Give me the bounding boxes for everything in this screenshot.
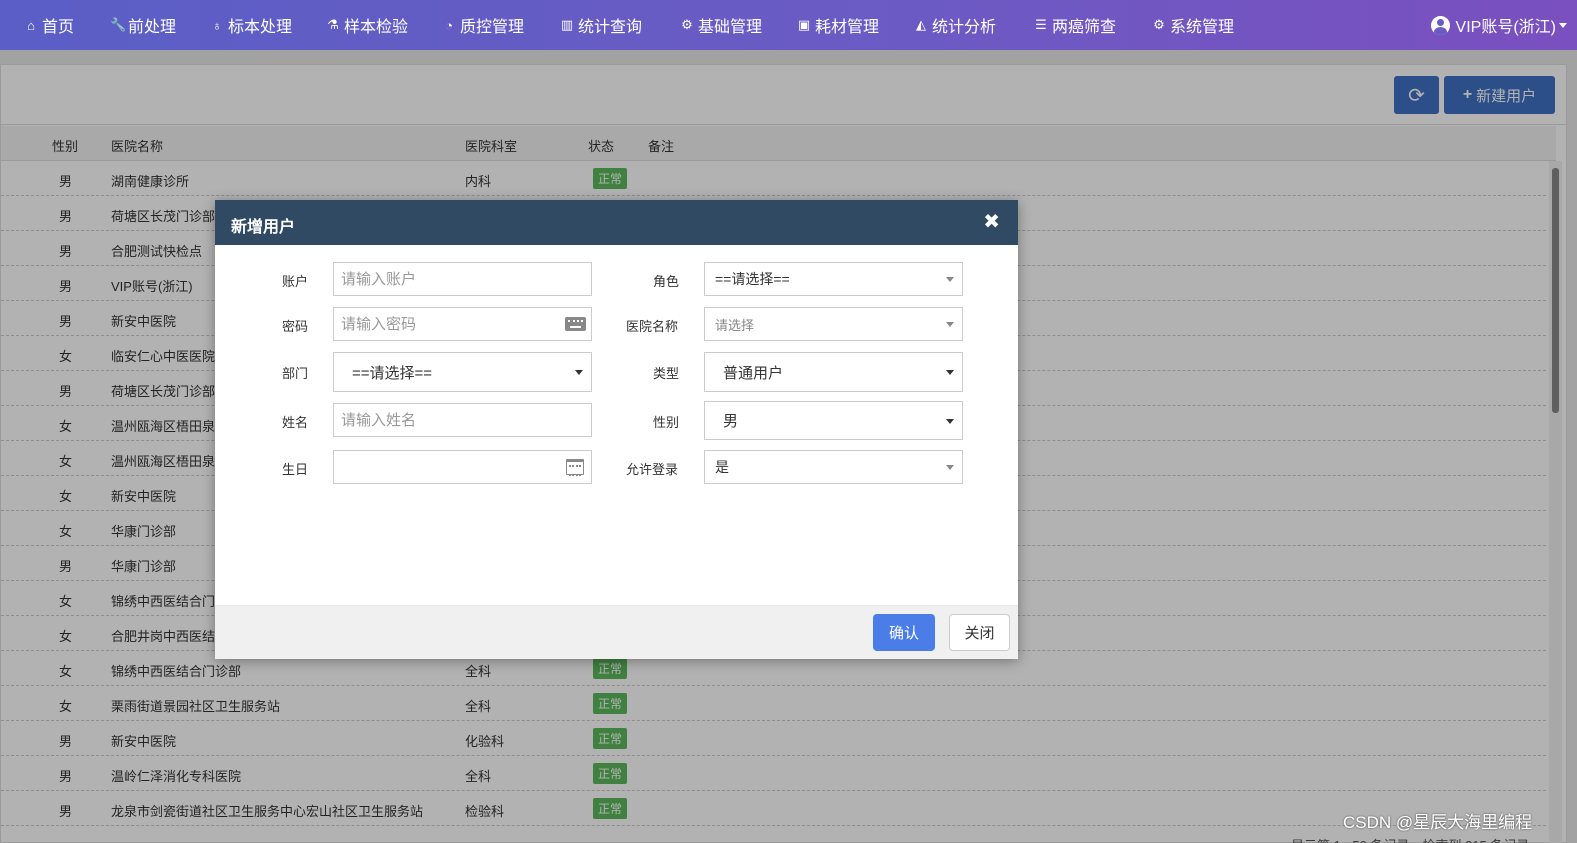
area-chart-icon: ◭ xyxy=(916,17,926,32)
user-name: VIP账号(浙江) xyxy=(1455,19,1556,36)
dialog-header: 新增用户 ✖ xyxy=(215,200,1018,245)
birthday-input[interactable] xyxy=(334,451,591,483)
allow-login-value: 是 xyxy=(715,459,729,475)
nav-item-9[interactable]: ☰ 两癌筛查 xyxy=(1034,0,1116,50)
hospital-label: 医院名称 xyxy=(626,319,679,334)
caret-down-icon xyxy=(946,277,954,282)
role-select[interactable]: ==请选择== xyxy=(704,262,963,296)
account-input[interactable] xyxy=(334,263,591,295)
close-icon[interactable]: ✖ xyxy=(983,209,1000,234)
account-field[interactable] xyxy=(333,262,592,296)
allow-login-label: 允许登录 xyxy=(626,462,679,477)
keyboard-icon[interactable] xyxy=(565,317,586,331)
nav-item-10[interactable]: ⚙ 系统管理 xyxy=(1152,0,1234,50)
hospital-value: 请选择 xyxy=(715,317,755,333)
role-label: 角色 xyxy=(653,274,680,289)
type-label: 类型 xyxy=(653,366,680,381)
nav-item-label: 基础管理 xyxy=(698,19,763,36)
home-icon: ⌂ xyxy=(27,17,35,33)
department-label: 部门 xyxy=(282,366,309,381)
nav-item-1[interactable]: 🔧 前处理 xyxy=(110,0,176,50)
stethoscope-icon: ♁ xyxy=(212,17,222,33)
caret-down-icon xyxy=(575,370,583,375)
allow-login-select[interactable]: 是 xyxy=(704,450,963,484)
nav-item-label: 系统管理 xyxy=(1170,19,1235,36)
role-value: ==请选择== xyxy=(715,271,790,287)
password-input[interactable] xyxy=(334,308,591,340)
nav-item-2[interactable]: ♁ 标本处理 xyxy=(210,0,292,50)
wrench-icon: 🔧 xyxy=(110,17,127,32)
caret-down-icon xyxy=(946,370,954,375)
name-input[interactable] xyxy=(334,404,591,436)
nav-item-label: 耗材管理 xyxy=(815,19,880,36)
password-label: 密码 xyxy=(282,319,309,334)
briefcase-icon: ▣ xyxy=(797,17,811,32)
flask-icon: ⚗ xyxy=(327,17,339,32)
nav-item-label: 两癌筛查 xyxy=(1052,19,1117,36)
gears-icon: ⚙ xyxy=(1153,17,1165,32)
confirm-button[interactable]: 确认 xyxy=(873,614,935,651)
calendar-icon[interactable] xyxy=(566,459,584,476)
caret-down-icon xyxy=(946,418,954,424)
nav-item-label: 统计查询 xyxy=(578,19,643,36)
type-value: 普通用户 xyxy=(723,364,784,382)
gear-icon: ⚙ xyxy=(681,17,693,32)
add-user-dialog: 新增用户 ✖ 账户 密码 部门 ==请选择== 姓名 生日 角色 ==请选择==… xyxy=(215,200,1018,659)
nav-item-5[interactable]: ▥ 统计查询 xyxy=(560,0,642,50)
type-select[interactable]: 普通用户 xyxy=(704,352,963,392)
dialog-title: 新增用户 xyxy=(231,219,296,236)
nav-item-6[interactable]: ⚙ 基础管理 xyxy=(680,0,762,50)
caret-down-icon xyxy=(946,465,954,470)
nav-item-label: 样本检验 xyxy=(344,19,409,36)
watermark: CSDN @星辰大海里编程 xyxy=(1343,813,1533,832)
nav-item-8[interactable]: ◭ 统计分析 xyxy=(914,0,996,50)
name-label: 姓名 xyxy=(282,415,309,430)
account-label: 账户 xyxy=(282,274,309,289)
list-icon: ☰ xyxy=(1035,17,1047,32)
caret-down-icon xyxy=(946,322,954,327)
nav-item-label: 质控管理 xyxy=(460,19,525,36)
department-select[interactable]: ==请选择== xyxy=(333,352,592,392)
dialog-footer: 确认 关闭 xyxy=(215,605,1018,659)
top-nav-bar: ⌂ 首页 🔧 前处理 ♁ 标本处理 ⚗ 样本检验 ◔ 质控管理 ▥ 统计查询 ⚙ 基础管理 ▣ 耗材管理 ◭ 统计… xyxy=(0,0,1577,50)
chevron-down-icon xyxy=(1559,22,1567,28)
birthday-field[interactable] xyxy=(333,450,592,484)
gender-value: 男 xyxy=(723,413,739,430)
hospital-select[interactable]: 请选择 xyxy=(704,307,963,341)
nav-item-label: 标本处理 xyxy=(228,19,293,36)
bar-chart-icon: ▥ xyxy=(560,17,574,32)
name-field[interactable] xyxy=(333,403,592,437)
user-menu[interactable]: VIP账号(浙江) xyxy=(1430,0,1567,50)
pie-chart-icon: ◔ xyxy=(445,17,453,33)
nav-item-7[interactable]: ▣ 耗材管理 xyxy=(797,0,879,50)
gender-select[interactable]: 男 xyxy=(704,401,963,440)
birthday-label: 生日 xyxy=(282,462,309,477)
nav-item-label: 统计分析 xyxy=(932,19,997,36)
department-value: ==请选择== xyxy=(352,364,433,382)
nav-item-4[interactable]: ◔ 质控管理 xyxy=(442,0,524,50)
gender-label: 性别 xyxy=(653,415,680,430)
nav-item-label: 前处理 xyxy=(128,19,177,36)
nav-item-0[interactable]: ⌂ 首页 xyxy=(24,0,74,50)
user-avatar-icon xyxy=(1430,15,1450,35)
nav-item-3[interactable]: ⚗ 样本检验 xyxy=(326,0,408,50)
close-button[interactable]: 关闭 xyxy=(949,614,1010,651)
nav-item-label: 首页 xyxy=(42,19,75,36)
password-field[interactable] xyxy=(333,307,592,341)
